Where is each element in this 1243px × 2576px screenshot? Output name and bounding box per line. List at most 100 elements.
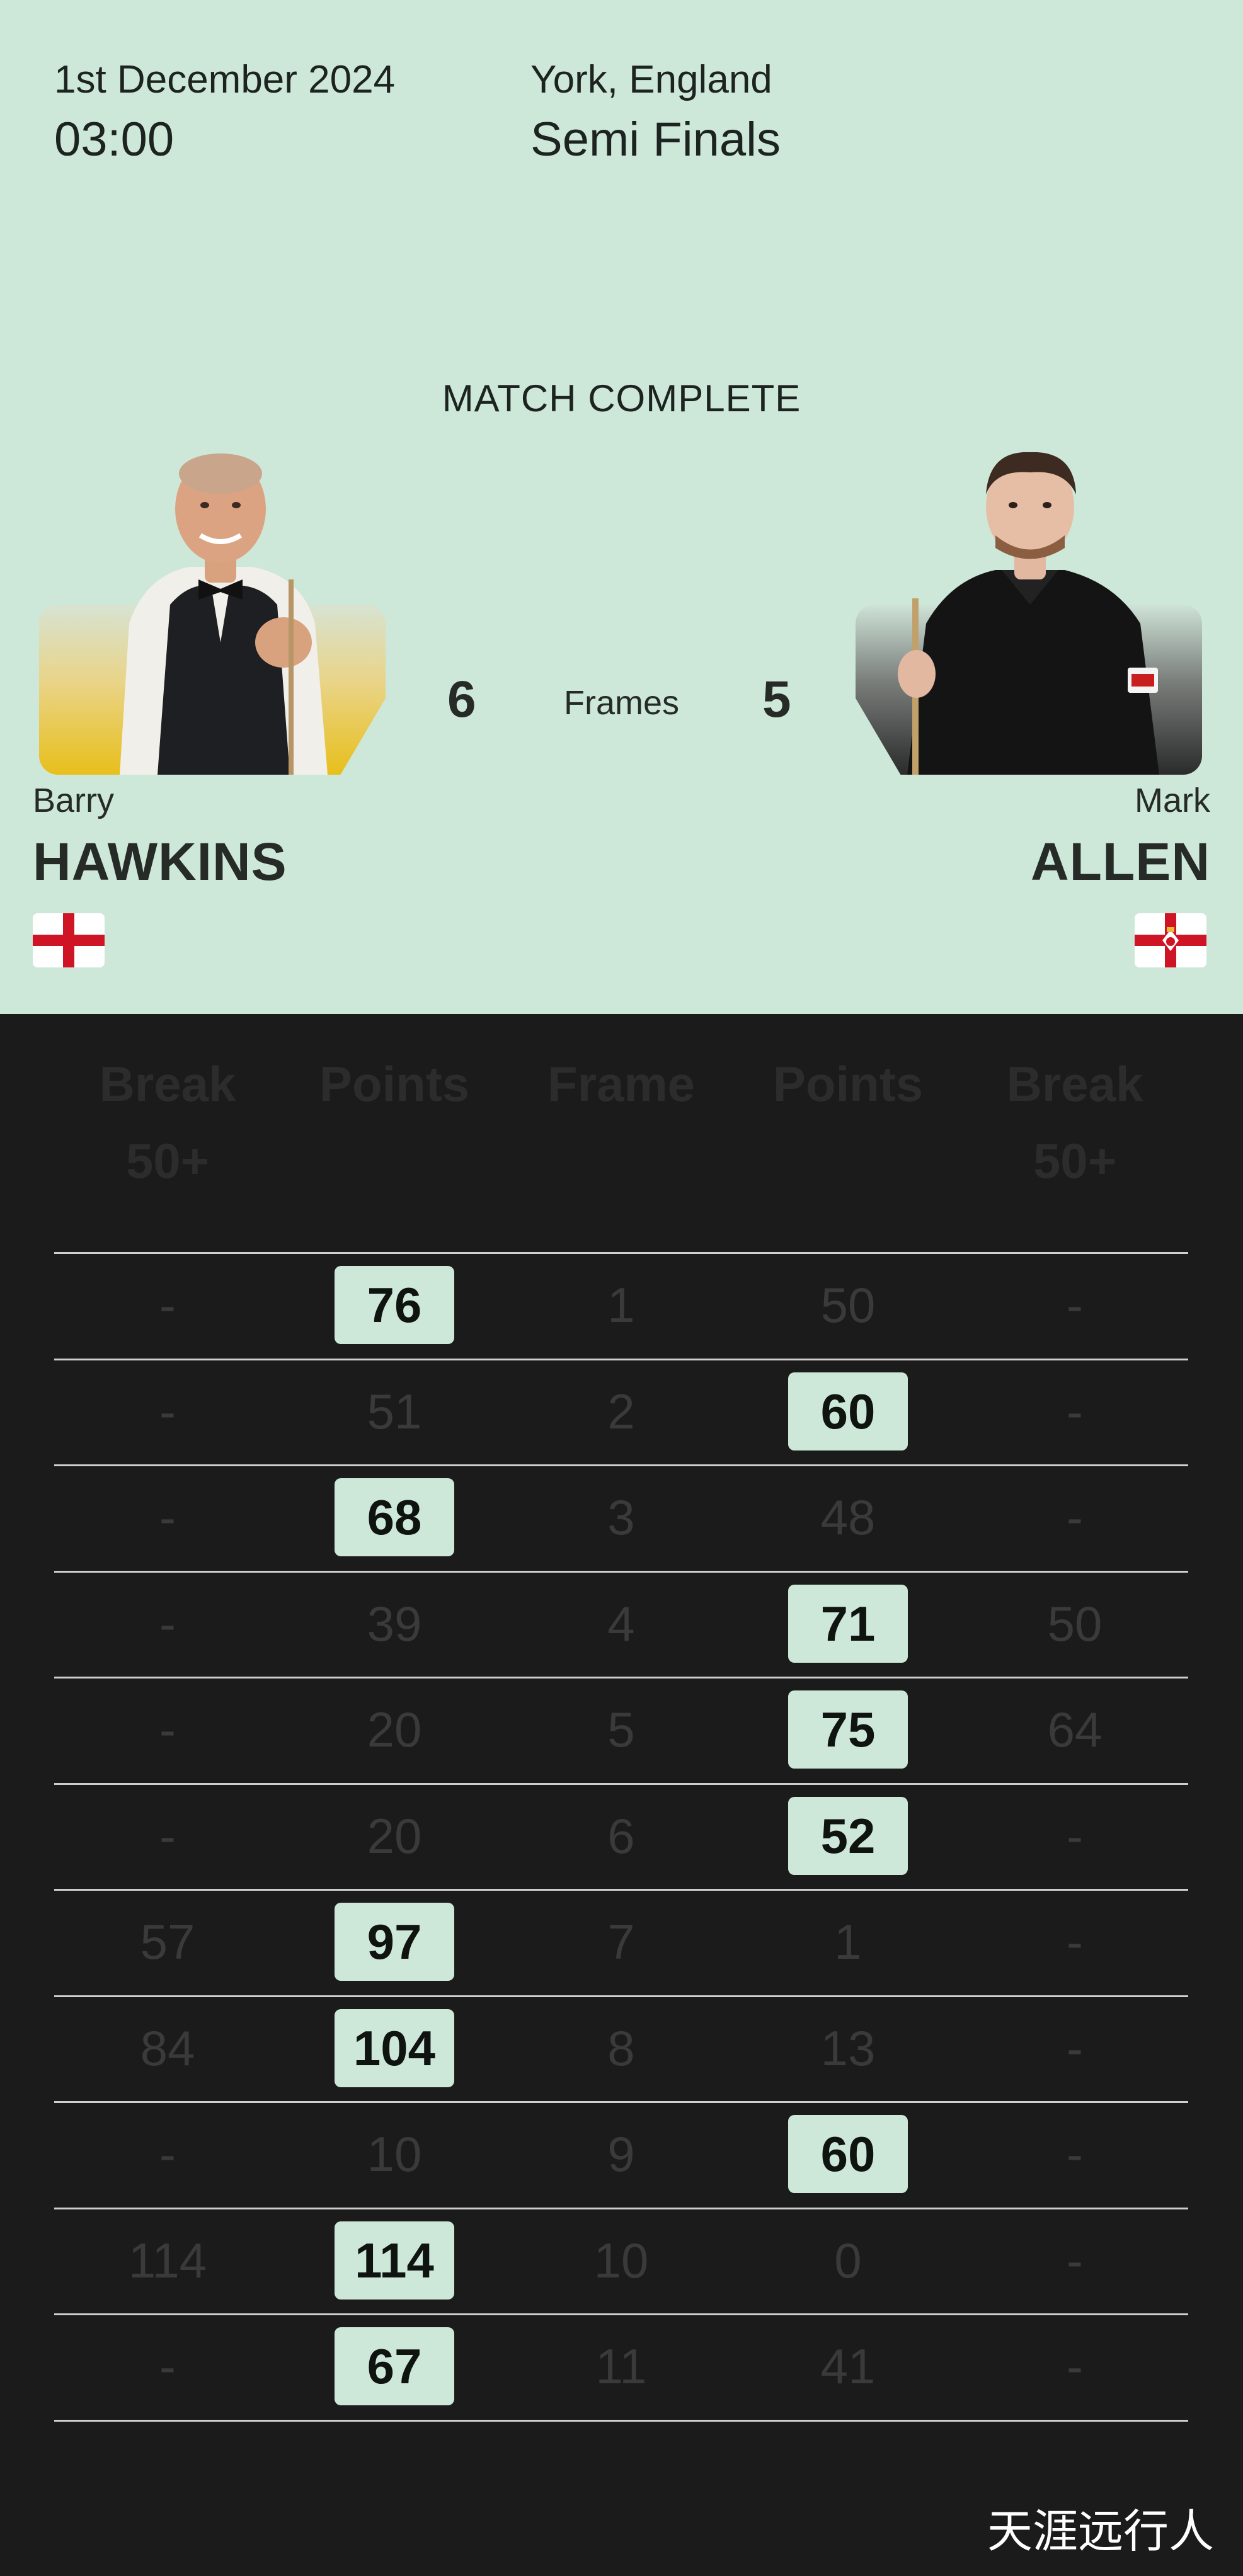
cell-right-points: 50	[820, 1277, 876, 1333]
row-divider	[54, 1252, 1188, 1254]
row-divider	[54, 2313, 1188, 2315]
row-divider	[54, 2207, 1188, 2209]
cell-frame: 10	[593, 2232, 649, 2288]
cell-left-break: -	[159, 1595, 176, 1651]
left-player-first-name: Barry	[33, 782, 115, 819]
cell-left-break: -	[159, 1490, 176, 1545]
cell-left-break: 84	[140, 2020, 195, 2076]
cell-right-break: 64	[1047, 1702, 1103, 1757]
row-divider	[54, 1358, 1188, 1360]
row-divider	[54, 1464, 1188, 1466]
cell-frame: 4	[607, 1595, 635, 1651]
match-status: MATCH COMPLETE	[442, 377, 801, 419]
right-player-first-name: Mark	[1135, 782, 1210, 819]
cell-frame: 11	[595, 2339, 647, 2394]
cell-right-points: 71	[741, 1584, 955, 1663]
cell-right-break: -	[1067, 2020, 1083, 2076]
cell-right-points: 48	[820, 1490, 876, 1545]
cell-right-break: -	[1067, 1914, 1083, 1969]
cell-left-points: 20	[367, 1808, 422, 1864]
cell-right-break: 50	[1047, 1595, 1103, 1651]
cell-frame: 1	[607, 1277, 635, 1333]
cell-right-break: -	[1067, 2126, 1083, 2182]
row-divider	[54, 1677, 1188, 1678]
cell-frame: 5	[607, 1702, 635, 1757]
cell-left-points: 51	[367, 1383, 422, 1439]
cell-left-break: -	[159, 2126, 176, 2182]
cell-left-break: -	[159, 2339, 176, 2394]
match-header: 1st December 2024 03:00 York, England Se…	[0, 0, 1243, 1014]
row-divider	[54, 1889, 1188, 1891]
cell-left-points: 20	[367, 1702, 422, 1757]
match-date: 1st December 2024	[54, 58, 396, 101]
cell-left-points: 67	[287, 2327, 501, 2405]
cell-right-break: -	[1067, 1808, 1083, 1864]
match-time: 03:00	[54, 113, 175, 166]
winner-points-chip: 97	[335, 1903, 454, 1981]
row-divider	[54, 2101, 1188, 2103]
cell-left-break: -	[159, 1702, 176, 1757]
england-flag-icon	[33, 913, 105, 967]
row-divider	[54, 1995, 1188, 1997]
cell-right-points: 41	[820, 2339, 876, 2394]
cell-frame: 8	[607, 2020, 635, 2076]
cell-left-break: -	[159, 1808, 176, 1864]
cell-left-break: 57	[140, 1914, 195, 1969]
cell-left-points: 10	[367, 2126, 422, 2182]
winner-points-chip: 104	[335, 2009, 454, 2087]
cell-left-points: 104	[287, 2009, 501, 2087]
winner-points-chip: 71	[788, 1584, 908, 1663]
winner-points-chip: 60	[788, 1372, 908, 1450]
cell-left-break: 114	[128, 2232, 207, 2288]
frames-label: Frames	[563, 684, 679, 722]
cell-frame: 7	[607, 1914, 635, 1969]
cell-left-points: 68	[287, 1478, 501, 1556]
winner-points-chip: 52	[788, 1796, 908, 1875]
cell-right-break: -	[1067, 1383, 1083, 1439]
header-right-break: Break 50+	[1006, 1056, 1143, 1188]
cell-frame: 3	[607, 1490, 635, 1545]
match-location: York, England	[530, 58, 772, 101]
winner-points-chip: 67	[335, 2327, 454, 2405]
cell-right-break: -	[1067, 2232, 1083, 2288]
player-left-photo	[120, 453, 328, 775]
cell-left-points: 114	[287, 2221, 501, 2300]
right-player-last-name: ALLEN	[1031, 832, 1210, 891]
row-divider	[54, 1570, 1188, 1573]
cell-right-break: -	[1067, 2339, 1083, 2394]
winner-points-chip: 68	[335, 1478, 454, 1556]
northern-ireland-flag-icon	[1135, 913, 1206, 967]
cell-left-points: 97	[287, 1903, 501, 1981]
cell-right-points: 52	[741, 1796, 955, 1875]
header-frame: Frame	[547, 1056, 696, 1112]
cell-right-break: -	[1067, 1277, 1083, 1333]
cell-left-points: 39	[367, 1595, 422, 1651]
header-left-points: Points	[319, 1056, 470, 1112]
cell-frame: 2	[607, 1383, 635, 1439]
left-player-last-name: HAWKINS	[33, 832, 287, 891]
cell-left-break: -	[159, 1277, 176, 1333]
cell-right-break: -	[1067, 1490, 1083, 1545]
cell-frame: 9	[607, 2126, 635, 2182]
winner-points-chip: 76	[335, 1266, 454, 1344]
winner-points-chip: 75	[788, 1690, 908, 1769]
cell-left-break: -	[159, 1383, 176, 1439]
winner-points-chip: 60	[788, 2115, 908, 2193]
row-divider	[54, 2419, 1188, 2422]
right-frames-score: 5	[762, 671, 791, 728]
cell-right-points: 1	[834, 1914, 862, 1969]
cell-left-points: 76	[287, 1266, 501, 1344]
cell-right-points: 60	[741, 2115, 955, 2193]
winner-points-chip: 114	[335, 2221, 454, 2300]
cell-right-points: 60	[741, 1372, 955, 1450]
watermark: 天涯远行人	[987, 2505, 1214, 2558]
match-round: Semi Finals	[530, 113, 781, 166]
cell-frame: 6	[607, 1808, 635, 1864]
cell-right-points: 13	[820, 2020, 876, 2076]
player-right-photo	[898, 452, 1159, 775]
cell-right-points: 75	[741, 1690, 955, 1769]
header-right-points: Points	[772, 1056, 924, 1112]
row-divider	[54, 1782, 1188, 1785]
header-left-break: Break 50+	[99, 1056, 236, 1188]
cell-right-points: 0	[834, 2232, 862, 2288]
